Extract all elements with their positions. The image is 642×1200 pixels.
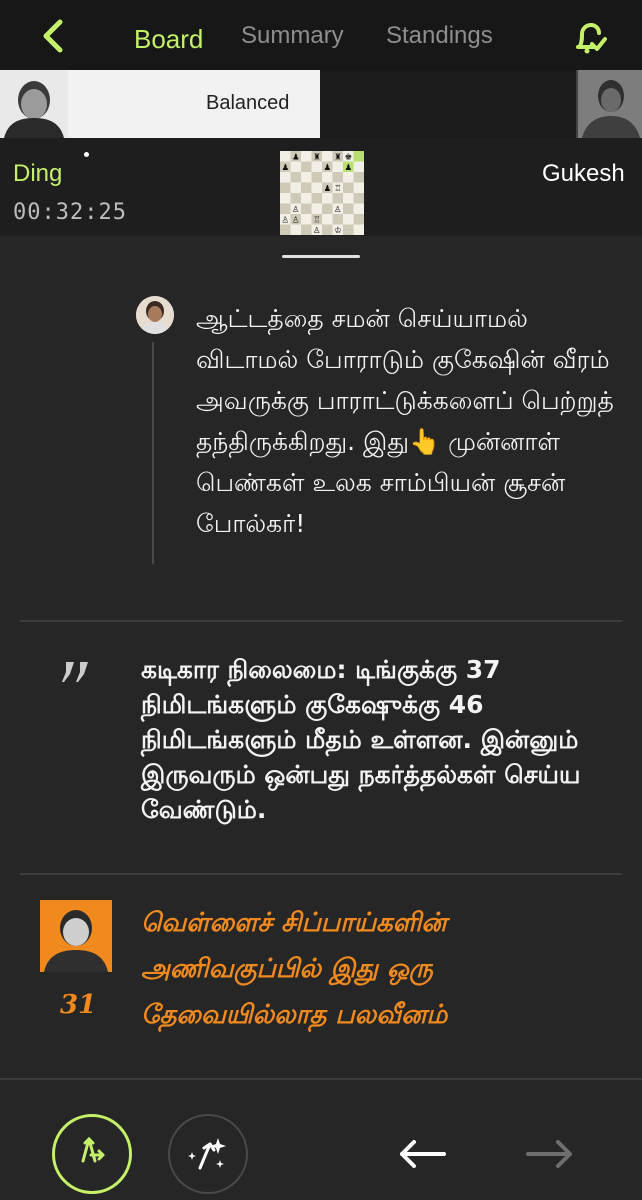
svg-text:♟: ♟ bbox=[323, 183, 331, 193]
svg-text:♙: ♙ bbox=[281, 214, 289, 224]
tab-board[interactable]: Board bbox=[134, 24, 203, 55]
black-player-name: Gukesh bbox=[542, 160, 625, 187]
commentator-avatar bbox=[136, 296, 174, 334]
white-clock: 00:32:25 bbox=[13, 200, 127, 225]
svg-text:♙: ♙ bbox=[334, 204, 342, 214]
svg-text:♙: ♙ bbox=[292, 214, 300, 224]
moves-icon bbox=[81, 1136, 105, 1163]
magic-sparkle-icon bbox=[188, 1138, 226, 1170]
tab-standings[interactable]: Standings bbox=[386, 22, 493, 50]
evaluation-label: Balanced bbox=[206, 92, 290, 114]
svg-text:♙: ♙ bbox=[292, 204, 300, 214]
move-commentary: வெள்ளைச் சிப்பாய்களின் அணிவகுப்பில் இது … bbox=[141, 908, 448, 1030]
white-player-name: Ding bbox=[13, 160, 63, 187]
svg-text:♙: ♙ bbox=[313, 225, 321, 235]
drag-handle[interactable] bbox=[282, 255, 360, 258]
bell-check-icon[interactable] bbox=[572, 20, 608, 56]
comment-thread-line bbox=[152, 342, 154, 564]
mini-board-thumbnail[interactable]: ♟♜♜♚ ♟♟♟ ♟♖ ♙♙ ♙♙♖ ♙♔ bbox=[280, 151, 364, 235]
magic-button[interactable] bbox=[168, 1114, 248, 1194]
svg-text:♟: ♟ bbox=[323, 162, 331, 172]
commentary-text: ஆட்டத்தை சமன் செய்யாமல் விடாமல் போராடும்… bbox=[196, 304, 614, 538]
svg-text:♖: ♖ bbox=[313, 214, 321, 224]
top-nav: Board Summary Standings bbox=[0, 0, 642, 70]
arrow-left-icon[interactable] bbox=[394, 1134, 450, 1174]
gukesh-avatar bbox=[576, 70, 642, 138]
svg-text:♟: ♟ bbox=[281, 162, 289, 172]
svg-text:♟: ♟ bbox=[344, 162, 352, 172]
feed-divider bbox=[20, 873, 622, 875]
evaluation-bar: Balanced bbox=[0, 70, 642, 138]
arrow-right-icon[interactable] bbox=[522, 1134, 578, 1174]
feed-divider bbox=[20, 620, 622, 622]
svg-text:♟: ♟ bbox=[292, 151, 300, 161]
chevron-left-icon[interactable] bbox=[38, 18, 70, 54]
svg-text:♚: ♚ bbox=[344, 151, 352, 161]
clock-status-note: கடிகார நிலைமை: டிங்குக்கு 37 நிமிடங்களும… bbox=[141, 655, 581, 824]
moves-button[interactable] bbox=[52, 1114, 132, 1194]
bottom-toolbar bbox=[0, 1078, 642, 1200]
tab-summary[interactable]: Summary bbox=[241, 22, 344, 50]
move-number: 31 bbox=[60, 990, 97, 1020]
svg-text:♖: ♖ bbox=[334, 183, 342, 193]
svg-text:♜: ♜ bbox=[313, 151, 321, 161]
quote-icon bbox=[62, 662, 88, 682]
ding-move-avatar bbox=[40, 900, 112, 972]
svg-text:♜: ♜ bbox=[334, 151, 342, 161]
to-move-indicator bbox=[84, 152, 89, 157]
svg-text:♔: ♔ bbox=[334, 225, 342, 235]
player-strip: Ding 00:32:25 ♟♜♜♚ ♟♟♟ ♟♖ ♙♙ ♙♙♖ ♙♔ Guke… bbox=[0, 138, 642, 236]
ding-avatar bbox=[0, 70, 68, 138]
